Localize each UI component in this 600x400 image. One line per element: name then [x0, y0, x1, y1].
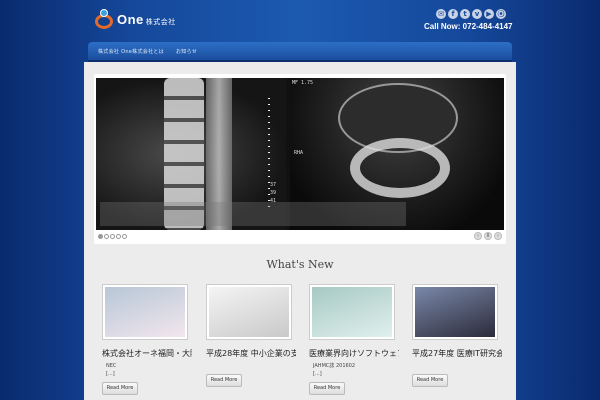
logo-text: One 株式会社 — [117, 11, 176, 27]
site-logo[interactable]: One 株式会社 — [95, 9, 176, 29]
nav-item-about[interactable]: 株式会社 One株式会社とは — [98, 48, 164, 55]
slider-arrows: ‹ II › — [474, 232, 502, 240]
read-more-button[interactable]: Read More — [412, 374, 448, 387]
rss-icon[interactable]: ⦿ — [496, 9, 506, 19]
next-arrow-icon[interactable]: › — [494, 232, 502, 240]
read-more-button[interactable]: Read More — [309, 382, 345, 395]
prev-arrow-icon[interactable]: ‹ — [474, 232, 482, 240]
slider-dot[interactable] — [104, 234, 109, 239]
mail-icon[interactable]: ✉ — [436, 9, 446, 19]
slider-dot[interactable] — [110, 234, 115, 239]
twitter-icon[interactable]: t — [460, 9, 470, 19]
slide-caption — [100, 202, 406, 226]
read-more-button[interactable]: Read More — [102, 382, 138, 395]
news-excerpt: JAHMC誌 201602 [...] — [313, 363, 356, 377]
news-title[interactable]: 平成27年度 医療IT研究会の報告 — [412, 348, 502, 359]
main-nav: 株式会社 One株式会社とは お知らせ — [88, 42, 512, 62]
pause-button[interactable]: II — [484, 232, 492, 240]
slider-dot[interactable] — [98, 234, 103, 239]
news-cards: 株式会社オーネ福岡・大阪事務所 NEC[...] Read More 平成28年… — [102, 284, 506, 400]
slider-dot[interactable] — [116, 234, 121, 239]
social-links: ✉ f t v ▶ ⦿ — [436, 9, 506, 19]
vimeo-icon[interactable]: v — [472, 9, 482, 19]
read-more-button[interactable]: Read More — [206, 374, 242, 387]
news-thumbnail[interactable] — [412, 284, 498, 340]
news-title[interactable]: 医療業界向けソフトウェアを開発 — [309, 348, 399, 359]
news-thumbnail[interactable] — [206, 284, 292, 340]
logo-icon — [95, 9, 113, 29]
news-title[interactable]: 株式会社オーネ福岡・大阪事務所 — [102, 348, 192, 359]
main-content: 37 39 41 MF 1.75 RHA ‹ II › What's New 株… — [84, 62, 516, 400]
nav-item-news[interactable]: お知らせ — [176, 48, 197, 55]
youtube-icon[interactable]: ▶ — [484, 9, 494, 19]
facebook-icon[interactable]: f — [448, 9, 458, 19]
news-excerpt: NEC [...] — [106, 363, 117, 377]
section-title: What's New — [266, 258, 334, 271]
slider-pagination — [98, 234, 127, 239]
phone-number: Call Now: 072-484-4147 — [424, 22, 513, 31]
news-thumbnail[interactable] — [309, 284, 395, 340]
slider-dot[interactable] — [122, 234, 127, 239]
news-title[interactable]: 平成28年度 中小企業の支援の — [206, 348, 296, 359]
site-header: One 株式会社 ✉ f t v ▶ ⦿ Call Now: 072-484-41… — [0, 0, 600, 42]
image-slider: 37 39 41 MF 1.75 RHA ‹ II › — [94, 74, 506, 244]
slide-mri-image: 37 39 41 MF 1.75 RHA — [96, 78, 504, 230]
news-thumbnail[interactable] — [102, 284, 188, 340]
